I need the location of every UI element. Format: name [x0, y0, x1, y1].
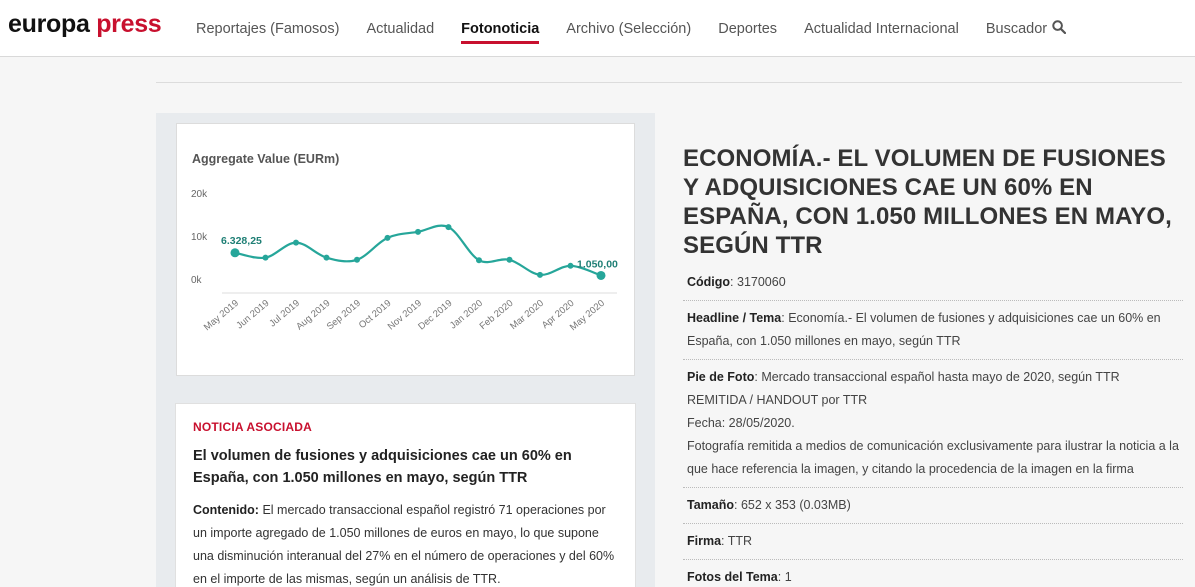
news-tag: NOTICIA ASOCIADA — [193, 420, 312, 434]
pie-label: Pie de Foto — [687, 370, 755, 384]
nav-fotonoticia[interactable]: Fotonoticia — [461, 21, 540, 44]
content-divider — [156, 82, 1182, 83]
data-label: 1.050,00 — [577, 258, 618, 270]
news-content: Contenido: El mercado transaccional espa… — [193, 499, 619, 587]
meta-pie-de-foto: Pie de Foto: Mercado transaccional españ… — [683, 360, 1183, 488]
meta-headline: Headline / Tema: Economía.- El volumen d… — [683, 301, 1183, 360]
data-point — [445, 224, 452, 231]
meta-firma: Firma: TTR — [683, 524, 1183, 560]
x-tick-label: Jun 2019 — [234, 298, 271, 332]
data-point — [230, 248, 240, 258]
data-point — [567, 262, 574, 269]
main-nav: Reportajes (Famosos) Actualidad Fotonoti… — [196, 20, 1093, 44]
firma-value: : TTR — [721, 534, 753, 548]
fotos-value: : 1 — [777, 570, 792, 584]
pie-line-2: REMITIDA / HANDOUT por TTR — [687, 393, 868, 407]
meta-tamano: Tamaño: 652 x 353 (0.03MB) — [683, 488, 1183, 524]
search-icon[interactable] — [1052, 20, 1067, 34]
news-title[interactable]: El volumen de fusiones y adquisiciones c… — [193, 445, 619, 489]
top-bar: europa press Reportajes (Famosos) Actual… — [0, 0, 1195, 57]
data-label: 6.328,25 — [221, 235, 262, 247]
data-point — [262, 254, 269, 261]
data-point — [415, 228, 421, 235]
y-tick-label: 10k — [191, 232, 208, 243]
data-point — [537, 271, 543, 278]
chart-image[interactable]: Aggregate Value (EURm) 0k 10k 20k 6.328,25… — [176, 123, 635, 376]
meta-fotos-del-tema: Fotos del Tema: 1 — [683, 560, 1183, 587]
nav-archivo[interactable]: Archivo (Selección) — [566, 21, 691, 37]
codigo-value: : 3170060 — [730, 275, 786, 289]
photo-column: Aggregate Value (EURm) 0k 10k 20k 6.328,25… — [156, 113, 655, 587]
aggregate-value-chart: Aggregate Value (EURm) 0k 10k 20k 6.328,25… — [191, 152, 618, 333]
nav-buscador-label: Buscador — [985, 21, 1048, 37]
chart-title: Aggregate Value (EURm) — [192, 152, 339, 166]
tamano-label: Tamaño — [687, 498, 734, 512]
article-headline: ECONOMÍA.- EL VOLUMEN DE FUSIONES Y ADQU… — [683, 145, 1172, 259]
firma-label: Firma — [687, 534, 722, 548]
nav-deportes[interactable]: Deportes — [718, 21, 777, 37]
nav-actualidad-internacional[interactable]: Actualidad Internacional — [804, 21, 959, 37]
data-point — [596, 270, 606, 280]
x-tick-label: Dec 2019 — [416, 298, 454, 333]
y-tick-label: 0k — [191, 275, 203, 286]
data-point — [506, 256, 513, 263]
x-tick-label: Mar 2020 — [508, 298, 546, 332]
fotos-label: Fotos del Tema — [687, 570, 778, 584]
x-tick-label: May 2019 — [202, 298, 241, 333]
y-tick-label: 20k — [191, 189, 208, 200]
article-column: ECONOMÍA.- EL VOLUMEN DE FUSIONES Y ADQU… — [683, 144, 1183, 584]
photo-metadata: Código: 3170060 Headline / Tema: Economí… — [683, 265, 1183, 587]
data-point — [384, 234, 391, 241]
tamano-value: : 652 x 353 (0.03MB) — [734, 498, 851, 512]
logo-part-1: europa — [8, 10, 97, 38]
codigo-label: Código — [687, 275, 731, 289]
europa-press-logo[interactable]: europa press — [8, 10, 162, 39]
nav-actualidad[interactable]: Actualidad — [366, 21, 434, 37]
pie-line-4: Fotografía remitida a medios de comunica… — [687, 439, 1179, 476]
data-point — [293, 239, 299, 246]
pie-line-3: Fecha: 28/05/2020. — [687, 416, 795, 430]
nav-reportajes[interactable]: Reportajes (Famosos) — [196, 21, 339, 37]
data-point — [323, 254, 330, 261]
data-point — [354, 256, 360, 263]
logo-part-2: press — [96, 10, 162, 38]
x-tick-label: Sep 2019 — [325, 298, 363, 333]
content-label: Contenido: — [193, 503, 259, 517]
pie-line-1: : Mercado transaccional español hasta ma… — [754, 370, 1120, 384]
meta-codigo: Código: 3170060 — [683, 265, 1183, 301]
nav-buscador[interactable]: Buscador — [985, 20, 1067, 37]
related-news-card: NOTICIA ASOCIADA El volumen de fusiones … — [175, 403, 636, 587]
data-point — [476, 257, 482, 264]
headline-label: Headline / Tema — [687, 311, 782, 325]
